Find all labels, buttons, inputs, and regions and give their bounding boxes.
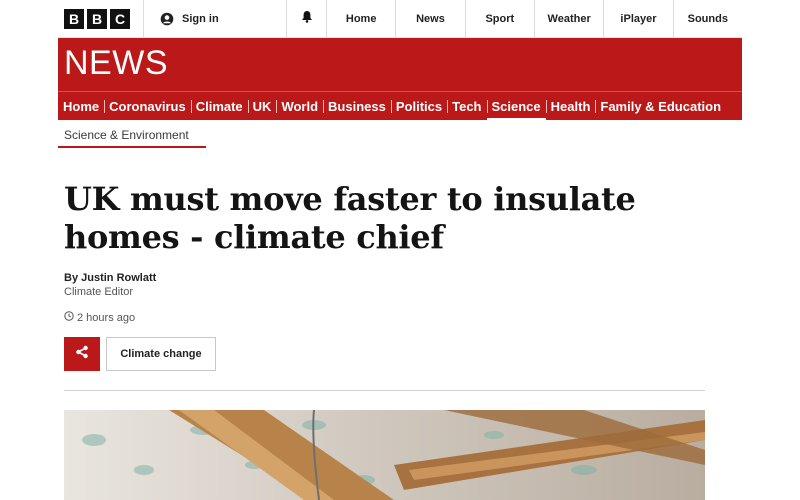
article-headline: UK must move faster to insulate homes - … [64, 180, 636, 256]
subnav-world[interactable]: World [276, 92, 323, 121]
share-button[interactable] [64, 337, 100, 371]
bbc-logo-letter: C [110, 8, 130, 29]
global-nav-weather[interactable]: Weather [535, 0, 605, 37]
timestamp: 2 hours ago [64, 311, 135, 324]
subnav-family-education[interactable]: Family & Education [595, 92, 726, 121]
subnav-health[interactable]: Health [545, 92, 596, 121]
byline: By Justin Rowlatt Climate Editor [64, 272, 156, 298]
global-nav-home[interactable]: Home [327, 0, 397, 37]
user-icon [160, 12, 174, 26]
notifications-button[interactable] [287, 0, 327, 37]
divider [64, 390, 705, 391]
news-header: NEWS Home Coronavirus Climate UK World B… [58, 38, 742, 120]
signin-button[interactable]: Sign in [144, 0, 287, 37]
bbc-logo-letter: B [64, 8, 84, 29]
author-role: Climate Editor [64, 286, 134, 298]
topic-tag-button[interactable]: Climate change [106, 337, 216, 371]
global-nav-news[interactable]: News [396, 0, 466, 37]
news-subnav: Home Coronavirus Climate UK World Busine… [58, 91, 742, 120]
clock-icon [64, 311, 74, 324]
subnav-tech[interactable]: Tech [447, 92, 486, 121]
share-icon [75, 345, 89, 364]
hero-image [64, 410, 705, 500]
timestamp-text: 2 hours ago [77, 311, 136, 324]
subnav-climate[interactable]: Climate [190, 92, 248, 121]
section-link[interactable]: Science & Environment [58, 124, 206, 148]
subnav-coronavirus[interactable]: Coronavirus [104, 92, 191, 121]
signin-label: Sign in [182, 12, 219, 25]
subnav-politics[interactable]: Politics [390, 92, 447, 121]
global-nav: B B C Sign in Home News Sport Weather iP… [58, 0, 742, 38]
global-nav-sport[interactable]: Sport [466, 0, 535, 37]
author-name: By Justin Rowlatt [64, 272, 157, 284]
global-nav-iplayer[interactable]: iPlayer [604, 0, 674, 37]
subnav-business[interactable]: Business [323, 92, 391, 121]
global-nav-sounds[interactable]: Sounds [674, 0, 742, 37]
bbc-logo[interactable]: B B C [58, 0, 144, 37]
news-logo[interactable]: NEWS [64, 44, 168, 83]
subnav-uk[interactable]: UK [247, 92, 277, 121]
global-nav-links: Home News Sport Weather iPlayer Sounds [327, 0, 742, 37]
bell-icon [301, 10, 313, 28]
bbc-logo-letter: B [87, 8, 107, 29]
subnav-science[interactable]: Science [486, 92, 546, 121]
subnav-home[interactable]: Home [58, 92, 104, 121]
